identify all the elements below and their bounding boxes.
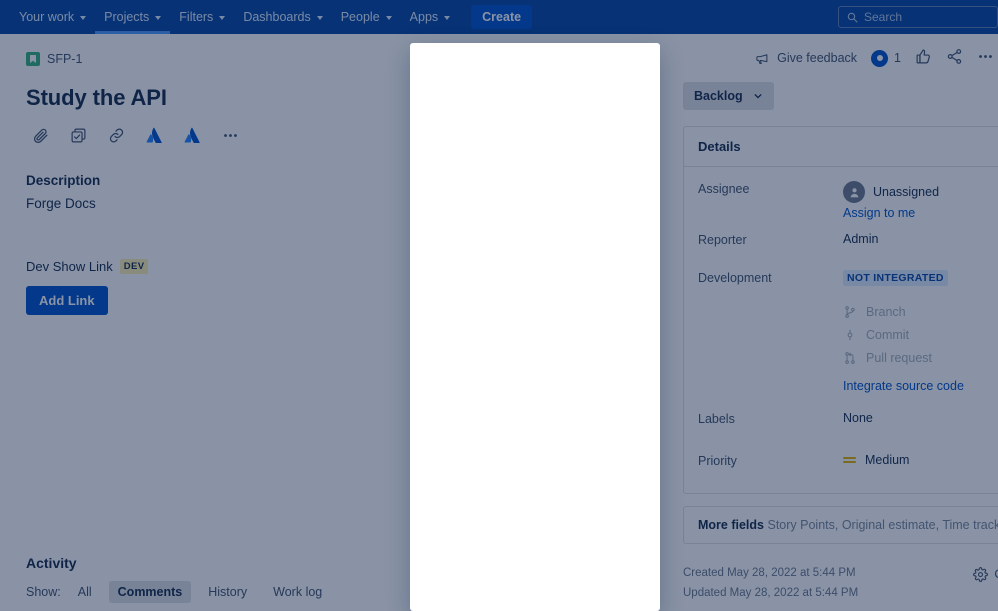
modal-dialog-panel[interactable] <box>410 43 660 611</box>
